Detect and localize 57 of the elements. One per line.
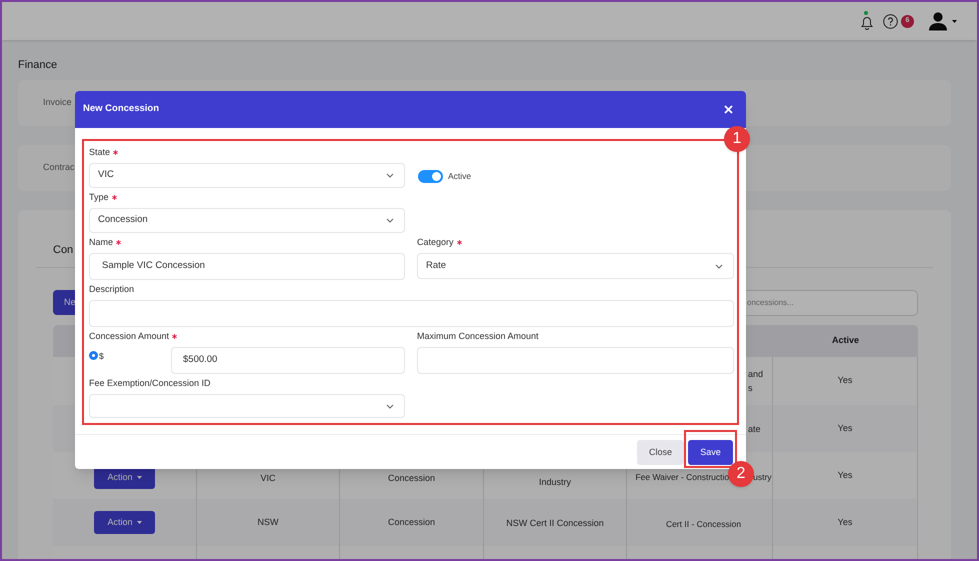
table-cell-text: Yes <box>838 374 852 388</box>
chevron-down-icon <box>386 404 394 408</box>
radio-button[interactable] <box>90 352 97 359</box>
table-cell-text: Yes <box>838 468 852 482</box>
input-field[interactable]: Sample VIC Concession <box>89 253 405 280</box>
bell-icon <box>861 16 873 30</box>
user-avatar-icon <box>928 11 948 31</box>
field-label: Concession Amount <box>89 330 170 344</box>
table-cell-text: Industry <box>538 476 571 488</box>
section-title: Con <box>53 244 74 256</box>
table-cell: Cert II - Concession <box>666 518 742 531</box>
field-label: Maximum Concession Amount <box>417 330 539 344</box>
table-cell-text: Concession <box>388 516 436 529</box>
input-field[interactable]: $500.00 <box>171 347 405 374</box>
caret-icon <box>952 20 957 22</box>
field-label: Type <box>89 191 109 204</box>
table-cell-text: NSW <box>258 516 278 529</box>
modal-title: New Concession <box>83 102 160 116</box>
table-cell-text: Concession <box>388 472 436 485</box>
table-cell-text: Yes <box>838 422 852 435</box>
new-button[interactable]: Ne <box>53 290 75 315</box>
chevron-down-icon <box>715 264 723 268</box>
select-field[interactable]: VIC <box>89 163 405 188</box>
toggle-switch[interactable] <box>418 170 443 183</box>
select-field[interactable]: Concession <box>89 208 405 233</box>
field-label: Description <box>89 283 134 296</box>
table-cell-text: and s <box>748 368 764 395</box>
close-button[interactable]: Close <box>637 440 684 465</box>
field-label: Category <box>417 236 454 250</box>
caret-icon <box>136 521 142 524</box>
table-cell-text: ate <box>748 422 761 436</box>
close-icon <box>724 105 732 114</box>
select-field[interactable]: Rate <box>417 253 734 279</box>
page-title: Finance <box>18 58 58 73</box>
table-cell-text: VIC <box>260 472 276 485</box>
input-field[interactable] <box>89 300 734 327</box>
radio-label: $ <box>99 352 104 360</box>
table-cell: ustry <box>753 471 772 484</box>
select-field[interactable] <box>89 394 405 418</box>
field-label: Fee Exemption/Concession ID <box>89 377 211 390</box>
card-label: Contrac <box>43 161 75 174</box>
close-button[interactable] <box>722 104 734 116</box>
save-button[interactable]: Save <box>688 440 733 465</box>
chevron-down-icon <box>386 218 394 223</box>
table-cell: Fee Waiver - Constructio <box>635 471 730 484</box>
field-label: Name <box>89 236 114 250</box>
card-label: Invoice <box>43 96 72 110</box>
column-header: Active <box>832 334 859 348</box>
caret-icon <box>136 476 142 479</box>
help-icon <box>883 14 898 28</box>
field-label: State <box>89 146 110 160</box>
input-field[interactable] <box>417 347 734 374</box>
toggle-label: Active <box>448 170 472 183</box>
action-button[interactable]: Action <box>94 511 155 534</box>
table-cell-text: Yes <box>838 516 852 529</box>
table-cell: NSW Cert II Concession <box>506 516 604 528</box>
chevron-down-icon <box>386 173 394 178</box>
